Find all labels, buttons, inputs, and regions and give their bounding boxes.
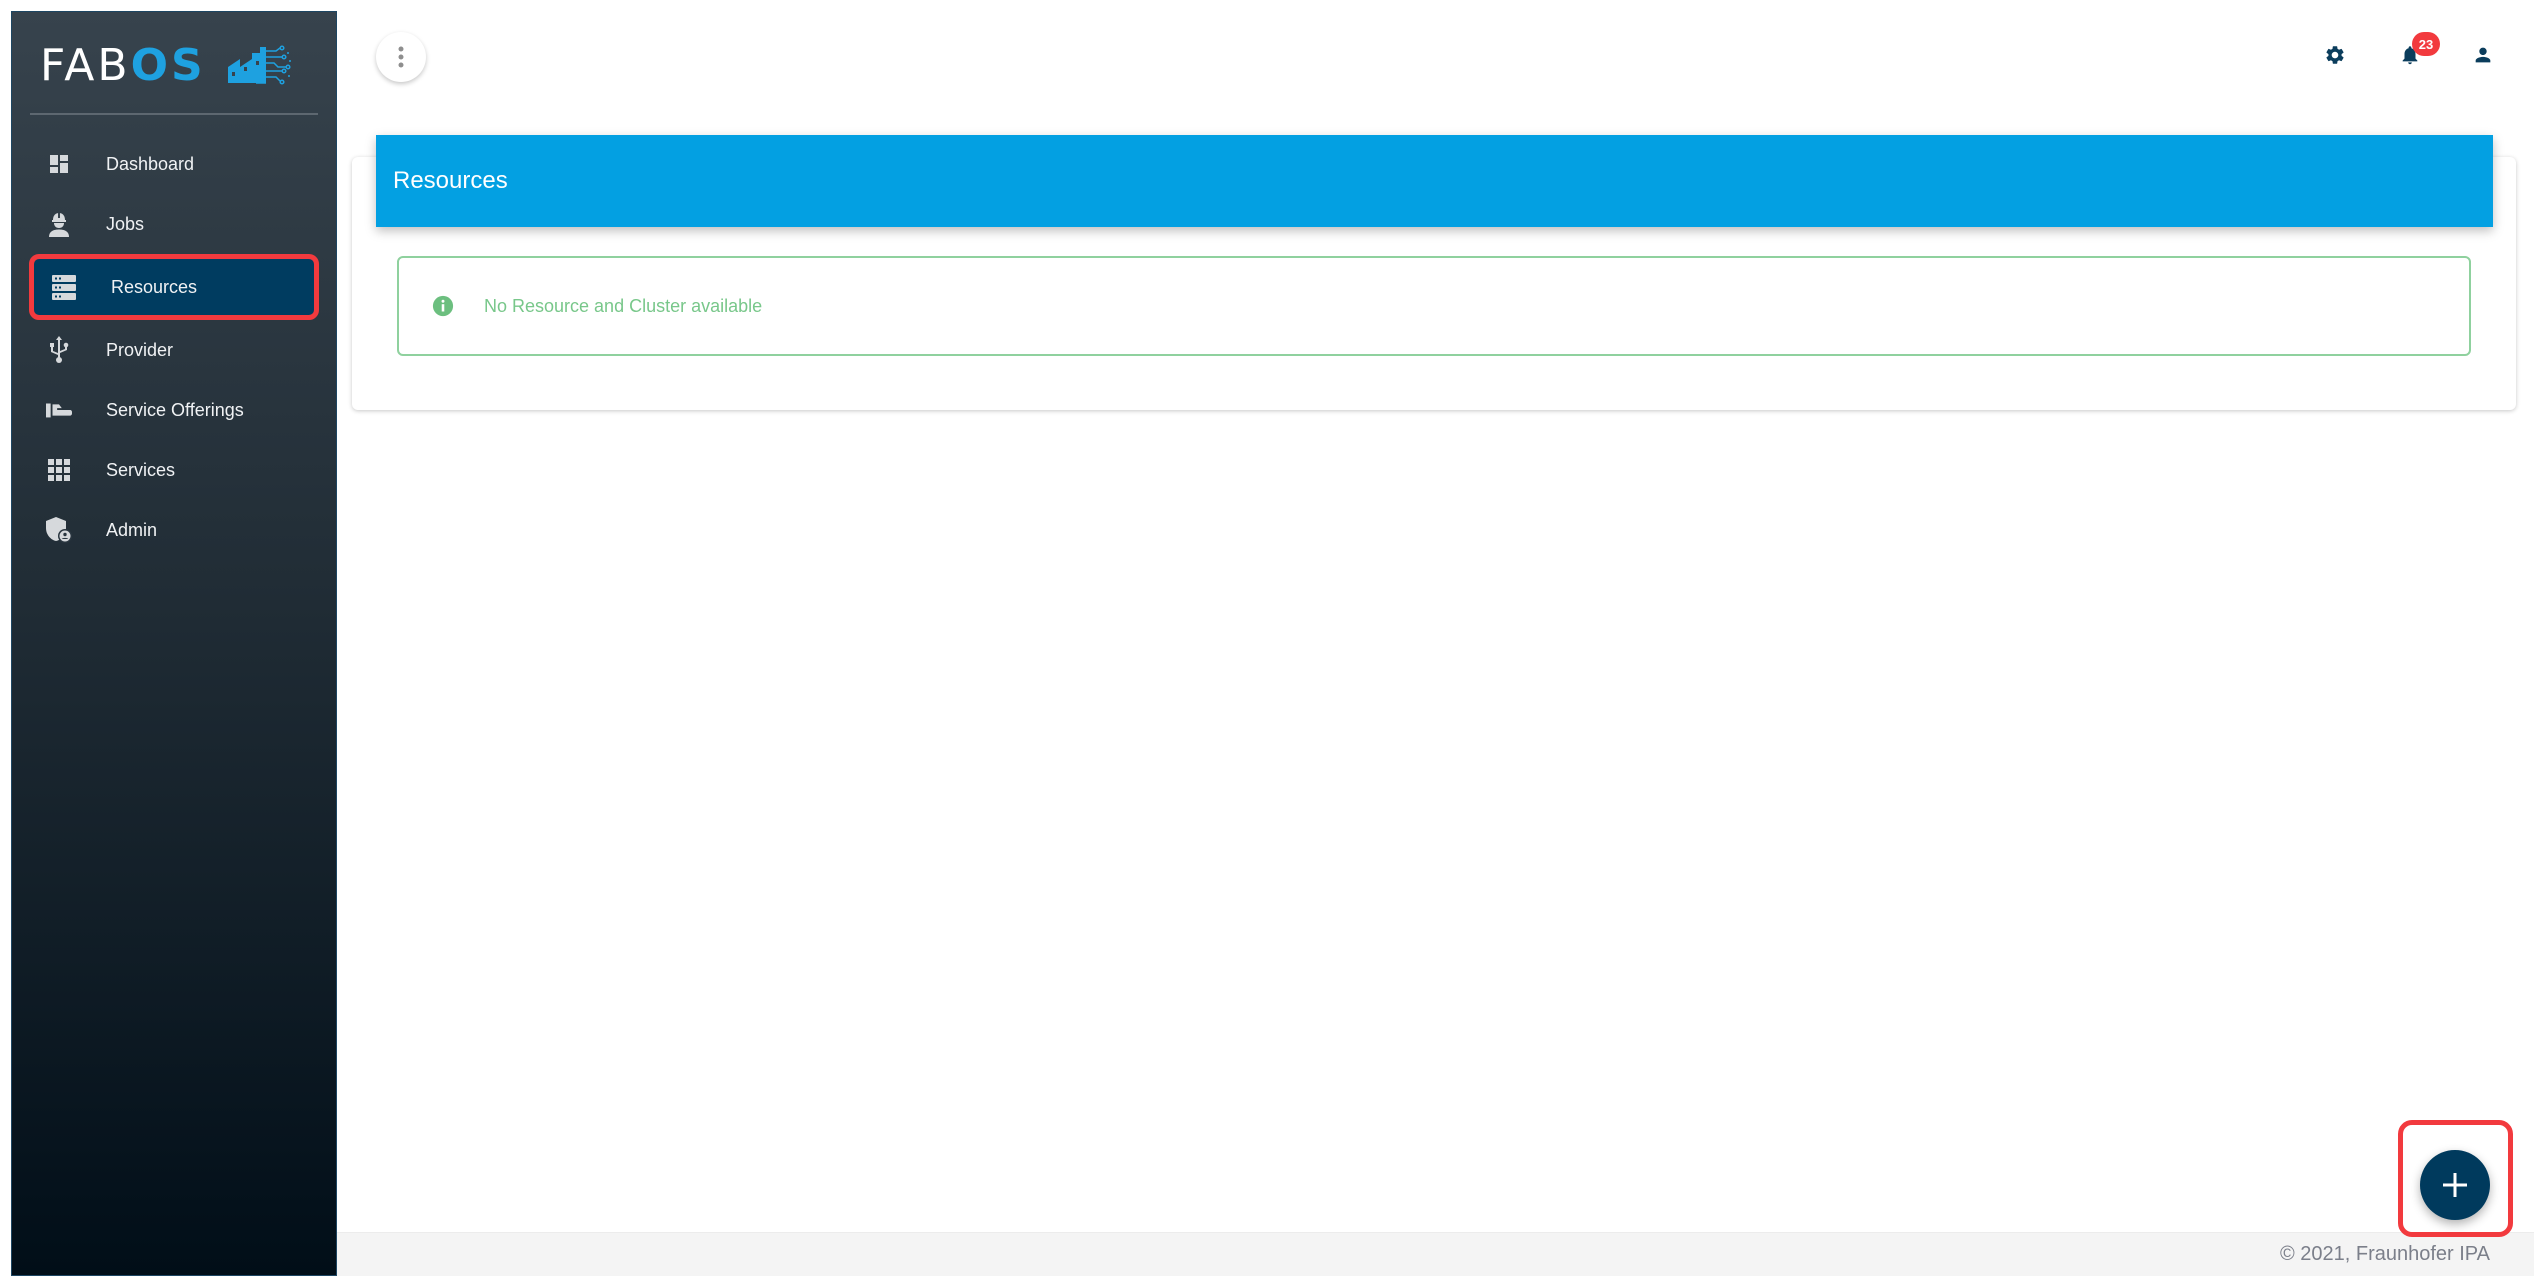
sidebar-item-resources[interactable]: Resources [29, 254, 319, 320]
dashboard-icon [46, 151, 72, 177]
apps-grid-icon [46, 457, 72, 483]
sidebar-item-label: Provider [106, 339, 174, 360]
logo-text-main: FAB [40, 39, 131, 91]
footer: © 2021, Fraunhofer IPA [337, 1232, 2534, 1276]
sidebar-divider [30, 113, 318, 115]
settings-button[interactable] [2315, 30, 2355, 80]
logo-text-accent: OS [130, 39, 206, 91]
resources-card-header: Resources [376, 135, 2493, 227]
page-title: Resources [393, 167, 508, 194]
info-icon [432, 295, 454, 317]
account-button[interactable] [2463, 30, 2503, 80]
sidebar-item-provider[interactable]: Provider [12, 320, 336, 380]
sidebar-item-dashboard[interactable]: Dashboard [12, 134, 336, 194]
sidebar-item-services[interactable]: Services [12, 440, 336, 500]
user-icon [2475, 47, 2491, 63]
admin-shield-icon [46, 517, 72, 543]
notifications-badge: 23 [2412, 32, 2440, 56]
logo-text: FABOS [40, 40, 206, 91]
sidebar-item-service-offerings[interactable]: Service Offerings [12, 380, 336, 440]
more-menu-button[interactable] [376, 32, 426, 82]
usb-icon [46, 336, 72, 363]
notifications-button[interactable]: 23 [2390, 30, 2440, 80]
fabos-logo[interactable]: FABOS [40, 38, 292, 92]
sidebar-item-jobs[interactable]: Jobs [12, 194, 336, 254]
sidebar-item-label: Dashboard [106, 153, 195, 174]
engineer-icon [46, 211, 72, 237]
copyright-text: © 2021, Fraunhofer IPA [2279, 1243, 2490, 1265]
add-resource-button[interactable] [2420, 1150, 2490, 1220]
plus-icon [2443, 1173, 2467, 1197]
alert-message: No Resource and Cluster available [484, 295, 763, 316]
sidebar: FABOS Dashboard Jobs Resources Provider … [11, 11, 337, 1276]
sidebar-item-label: Resources [111, 276, 198, 297]
sidebar-item-label: Service Offerings [106, 399, 244, 420]
sidebar-item-label: Admin [106, 519, 158, 540]
sidebar-item-label: Jobs [106, 213, 145, 234]
sidebar-nav: Dashboard Jobs Resources Provider Servic… [12, 134, 336, 560]
empty-state-alert: No Resource and Cluster available [397, 256, 2471, 356]
gear-icon [2326, 46, 2344, 64]
sidebar-item-label: Services [106, 459, 176, 480]
factory-circuit-logo-icon [227, 45, 291, 85]
hand-offer-icon [46, 397, 72, 423]
server-stack-icon [51, 274, 77, 300]
more-vertical-icon [398, 46, 404, 68]
sidebar-item-admin[interactable]: Admin [12, 500, 336, 560]
